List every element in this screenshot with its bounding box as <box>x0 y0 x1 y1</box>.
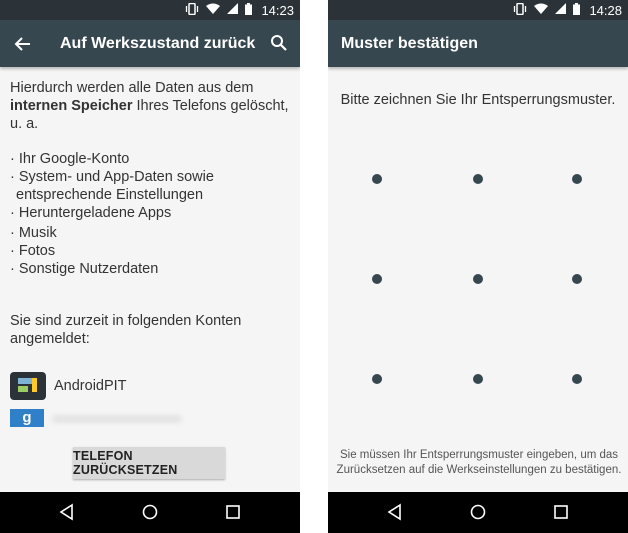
page-title: Muster bestätigen <box>341 35 478 52</box>
vibrate-icon <box>185 2 199 18</box>
signal-icon <box>555 3 567 17</box>
wifi-icon <box>534 3 549 17</box>
pattern-dot[interactable] <box>572 374 582 384</box>
pattern-dot[interactable] <box>372 174 382 184</box>
accounts-heading: Sie sind zurzeit in folgenden Konten ang… <box>10 313 242 347</box>
data-list: · Ihr Google-Konto · System- und App-Dat… <box>10 150 295 278</box>
list-item: · Musik <box>10 225 57 241</box>
google-account-icon: g <box>10 409 44 427</box>
pattern-footnote: Sie müssen Ihr Entsperrungsmuster eingeb… <box>336 449 622 476</box>
signal-icon <box>227 3 239 17</box>
recents-nav-icon[interactable] <box>551 502 571 522</box>
account-name: AndroidPIT <box>54 378 127 394</box>
factory-reset-screen: 14:23 Auf Werkszustand zurück Hierdurch … <box>0 0 300 533</box>
list-item: · Ihr Google-Konto <box>10 151 130 167</box>
pattern-dot[interactable] <box>572 274 582 284</box>
navigation-bar <box>0 492 300 533</box>
home-nav-icon[interactable] <box>140 502 160 522</box>
battery-icon <box>573 2 581 18</box>
list-item: · Fotos <box>10 243 56 259</box>
reset-description: Hierdurch werden alle Daten aus dem inte… <box>10 79 295 133</box>
page-title: Auf Werkszustand zurück <box>60 35 256 52</box>
reset-phone-button[interactable]: TELEFON ZURÜCKSETZEN <box>73 447 225 479</box>
app-bar: Muster bestätigen <box>328 20 628 67</box>
search-icon[interactable] <box>270 34 288 52</box>
list-item: · System- und App-Daten sowie entspreche… <box>10 169 214 203</box>
recents-nav-icon[interactable] <box>223 502 243 522</box>
pattern-dot[interactable] <box>473 174 483 184</box>
battery-icon <box>245 2 253 18</box>
back-nav-icon[interactable] <box>57 502 77 522</box>
app-bar: Auf Werkszustand zurück <box>0 20 300 67</box>
list-item: · Heruntergeladene Apps <box>10 205 172 221</box>
wifi-icon <box>206 3 221 17</box>
account-row-androidpit: AndroidPIT <box>10 372 127 400</box>
pattern-dot[interactable] <box>572 174 582 184</box>
back-arrow-icon[interactable] <box>14 35 32 53</box>
status-time: 14:28 <box>589 2 622 18</box>
pattern-dot[interactable] <box>372 374 382 384</box>
status-time: 14:23 <box>261 2 294 18</box>
pattern-dot[interactable] <box>473 274 483 284</box>
status-bar: 14:23 <box>0 0 300 20</box>
pattern-dot[interactable] <box>473 374 483 384</box>
confirm-pattern-screen: 14:28 Muster bestätigen Bitte zeichnen S… <box>328 0 628 533</box>
list-item: · Sonstige Nutzerdaten <box>10 261 159 277</box>
home-nav-icon[interactable] <box>468 502 488 522</box>
intro-text-start: Hierdurch werden alle Daten aus dem <box>10 80 254 96</box>
account-row-google: g <box>10 409 182 427</box>
vibrate-icon <box>513 2 527 18</box>
back-nav-icon[interactable] <box>385 502 405 522</box>
pattern-prompt: Bitte zeichnen Sie Ihr Entsperrungsmuste… <box>340 92 616 108</box>
navigation-bar <box>328 492 628 533</box>
intro-text-bold: internen Speicher <box>10 98 133 114</box>
androidpit-app-icon <box>10 372 46 400</box>
pattern-dot[interactable] <box>372 274 382 284</box>
blurred-email <box>52 415 182 423</box>
status-bar: 14:28 <box>328 0 628 20</box>
